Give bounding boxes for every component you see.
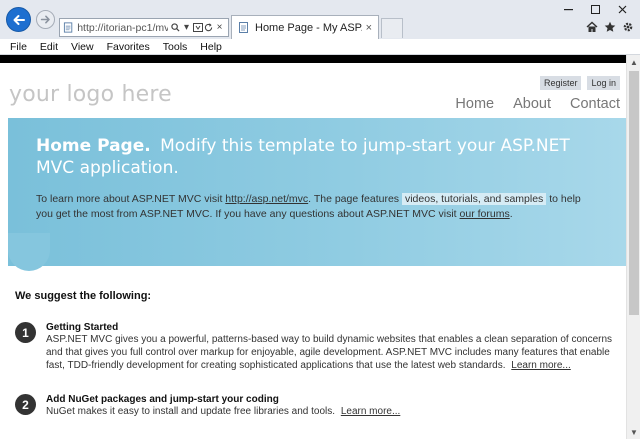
nav-home[interactable]: Home <box>455 96 494 112</box>
tab-home-page[interactable]: Home Page - My ASP.NET ... × <box>231 15 379 39</box>
vertical-scrollbar[interactable]: ▲ ▼ <box>626 55 640 439</box>
search-icon[interactable] <box>170 21 181 35</box>
menu-tools[interactable]: Tools <box>163 41 188 53</box>
featured-title-bold: Home Page. <box>36 136 151 156</box>
step-title: Getting Started <box>46 322 119 333</box>
settings-gear-icon[interactable] <box>622 20 634 34</box>
back-arrow-icon <box>13 14 25 25</box>
menu-edit[interactable]: Edit <box>40 41 58 53</box>
login-link[interactable]: Log in <box>587 76 620 90</box>
asp-net-mvc-link[interactable]: http://asp.net/mvc <box>225 193 308 205</box>
login-links: Register Log in <box>539 76 620 90</box>
step-number: 2 <box>15 394 36 415</box>
main-nav: Home About Contact <box>455 96 620 112</box>
new-tab-button[interactable] <box>381 18 403 38</box>
menu-favorites[interactable]: Favorites <box>107 41 150 53</box>
back-button[interactable] <box>6 7 31 32</box>
site-logo[interactable]: your logo here <box>9 82 172 107</box>
stop-icon[interactable]: × <box>214 21 225 35</box>
compatibility-icon[interactable] <box>192 21 203 35</box>
register-link[interactable]: Register <box>539 76 582 90</box>
address-bar[interactable]: http://itorian-pc1/mvc4ap ▾ × <box>59 18 229 37</box>
step-title: Add NuGet packages and jump-start your c… <box>46 394 279 405</box>
scroll-up-arrow-icon[interactable]: ▲ <box>627 55 640 69</box>
maximize-icon[interactable] <box>582 2 609 17</box>
step-description: NuGet makes it easy to install and updat… <box>46 406 618 419</box>
featured-text-4: . <box>509 208 513 220</box>
nav-contact[interactable]: Contact <box>570 96 620 112</box>
learn-more-link[interactable]: Learn more... <box>341 406 400 417</box>
home-icon[interactable] <box>586 20 598 34</box>
page-icon <box>63 22 73 33</box>
step-description: ASP.NET MVC gives you a powerful, patter… <box>46 334 618 372</box>
page-viewport: your logo here Register Log in Home Abou… <box>0 55 626 439</box>
nav-about[interactable]: About <box>513 96 551 112</box>
window-controls <box>555 2 636 17</box>
tab-title: Home Page - My ASP.NET ... <box>255 21 362 34</box>
favorites-star-icon[interactable] <box>604 20 616 34</box>
featured-text-1: To learn more about ASP.NET MVC visit <box>36 193 223 205</box>
close-tab-icon[interactable]: × <box>366 22 372 34</box>
close-window-icon[interactable] <box>609 2 636 17</box>
menu-bar: File Edit View Favorites Tools Help <box>0 39 640 55</box>
forward-button[interactable] <box>36 10 55 29</box>
learn-more-link[interactable]: Learn more... <box>511 360 570 371</box>
refresh-icon[interactable] <box>203 21 214 35</box>
forward-arrow-icon <box>40 15 50 24</box>
step-description-text: NuGet makes it easy to install and updat… <box>46 406 336 417</box>
scroll-down-arrow-icon[interactable]: ▼ <box>627 425 640 439</box>
address-text[interactable]: http://itorian-pc1/mvc4ap <box>77 22 168 34</box>
minimize-icon[interactable] <box>555 2 582 17</box>
menu-view[interactable]: View <box>71 41 94 53</box>
featured-title: Home Page. Modify this template to jump-… <box>36 135 606 179</box>
browser-chrome: http://itorian-pc1/mvc4ap ▾ × Home Page … <box>0 0 640 39</box>
featured-text: To learn more about ASP.NET MVC visit ht… <box>36 192 596 222</box>
step-number: 1 <box>15 322 36 343</box>
dropdown-icon[interactable]: ▾ <box>181 21 192 35</box>
our-forums-link[interactable]: our forums <box>460 208 510 220</box>
menu-file[interactable]: File <box>10 41 27 53</box>
suggest-title: We suggest the following: <box>15 290 152 302</box>
videos-tutorials-highlight: videos, tutorials, and samples <box>401 193 547 205</box>
menu-help[interactable]: Help <box>200 41 222 53</box>
featured-text-2: . The page features <box>308 193 400 205</box>
page-icon <box>239 22 248 33</box>
scroll-thumb[interactable] <box>629 71 639 315</box>
header-bar <box>0 55 626 63</box>
